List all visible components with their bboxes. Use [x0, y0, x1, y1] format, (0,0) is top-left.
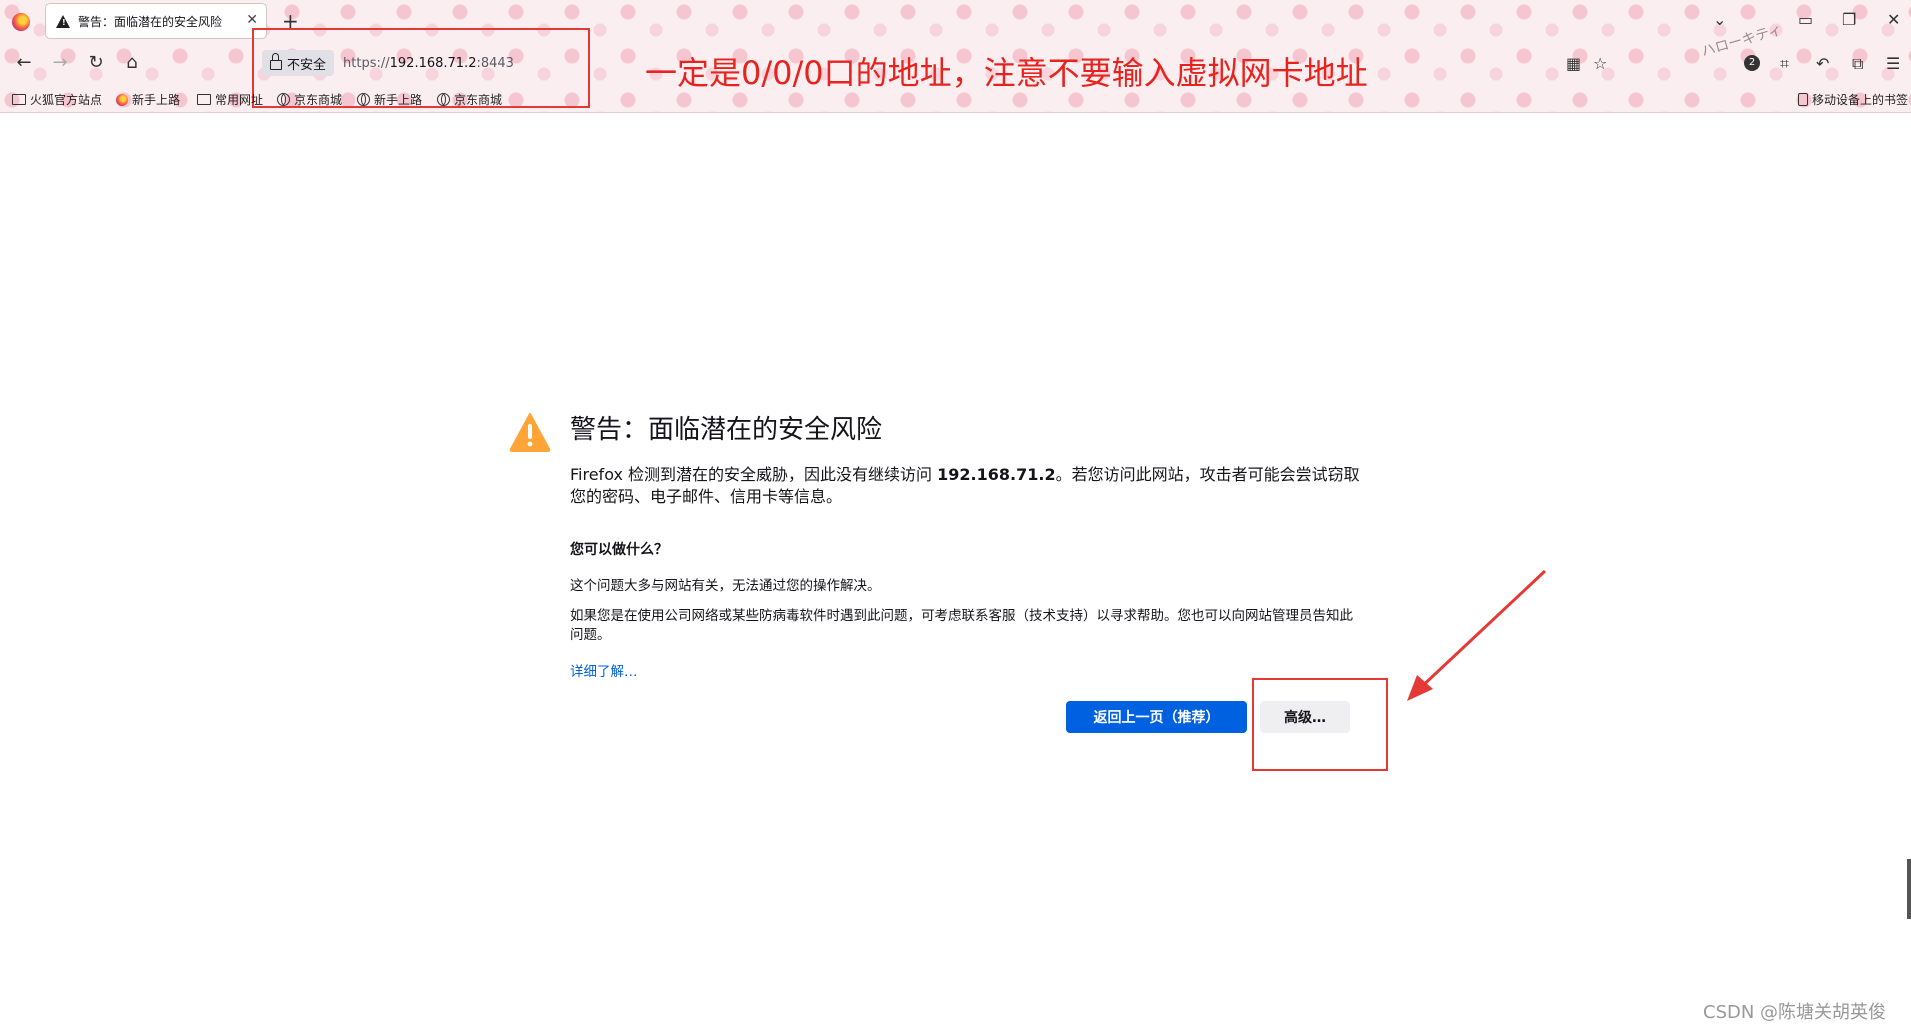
minimize-icon[interactable]: ▭ — [1798, 10, 1813, 29]
mobile-device-icon — [1798, 93, 1808, 106]
annotation-box-advanced — [1252, 678, 1388, 771]
bookmark-label: 移动设备上的书签 — [1812, 93, 1909, 107]
firefox-view-icon[interactable] — [12, 13, 30, 31]
browser-chrome: ! 警告：面临潜在的安全风险 ✕ + ⌄ ▭ ❐ ✕ ← → ↻ ⌂ 不安全 h… — [0, 0, 1911, 113]
support-paragraph: 如果您是在使用公司网络或某些防病毒软件时遇到此问题，可考虑联系客服（技术支持）以… — [570, 608, 1353, 643]
bookmarks-toolbar: 火狐官方站点 新手上路 常用网址 京东商城 新手上路 京东商城 移动设备上的书签 — [0, 88, 1911, 110]
desc-host: 192.168.71.2 — [937, 465, 1056, 484]
tab-active[interactable]: ! 警告：面临潜在的安全风险 ✕ — [46, 4, 266, 38]
bookmark-item[interactable]: 京东商城 — [277, 91, 342, 108]
what-can-you-do-heading: 您可以做什么？ — [570, 542, 668, 558]
bookmark-label: 火狐官方站点 — [30, 93, 103, 107]
folder-icon — [197, 94, 211, 105]
tab-title: 警告：面临潜在的安全风险 — [78, 14, 223, 29]
annotation-arrow — [1407, 569, 1547, 701]
bookmark-label: 新手上路 — [132, 93, 181, 107]
firefox-icon — [116, 93, 128, 106]
bookmark-label: 常用网址 — [215, 93, 264, 107]
folder-icon — [12, 94, 26, 105]
globe-icon — [437, 93, 450, 106]
window-close-icon[interactable]: ✕ — [1887, 10, 1900, 29]
error-description: Firefox 检测到潜在的安全威胁，因此没有继续访问 192.168.71.2… — [570, 464, 1360, 508]
bookmark-star-icon[interactable]: ☆ — [1593, 54, 1607, 73]
mobile-bookmarks[interactable]: 移动设备上的书签 — [1798, 91, 1908, 108]
warning-icon: ! — [56, 14, 70, 28]
back-arrow-icon[interactable]: ← — [12, 52, 36, 73]
extensions-icon[interactable]: ⧉ — [1852, 54, 1863, 74]
globe-icon — [357, 93, 370, 106]
crop-icon[interactable]: ⌗ — [1780, 54, 1789, 74]
home-icon[interactable]: ⌂ — [120, 52, 144, 73]
reload-icon[interactable]: ↻ — [84, 52, 108, 73]
undo-icon[interactable]: ↶ — [1816, 54, 1829, 73]
globe-icon — [277, 93, 290, 106]
close-icon[interactable]: ✕ — [246, 12, 258, 28]
go-back-button[interactable]: 返回上一页（推荐） — [1066, 701, 1247, 733]
bookmark-item[interactable]: 京东商城 — [437, 91, 502, 108]
bookmark-label: 京东商城 — [454, 93, 503, 107]
page-title: 警告：面临潜在的安全风险 — [570, 415, 883, 445]
learn-more-link[interactable]: 详细了解… — [570, 660, 638, 680]
bookmark-label: 新手上路 — [374, 93, 423, 107]
bookmark-item[interactable]: 常用网址 — [197, 91, 263, 108]
explanation-paragraph: 这个问题大多与网站有关，无法通过您的操作解决。 — [570, 578, 881, 594]
watermark: CSDN @陈塘关胡英俊 — [1703, 1002, 1887, 1023]
scrollbar[interactable] — [1907, 859, 1911, 919]
error-page: 警告：面临潜在的安全风险 Firefox 检测到潜在的安全威胁，因此没有继续访问… — [0, 113, 1911, 1030]
bookmark-label: 京东商城 — [294, 93, 343, 107]
chevron-down-icon[interactable]: ⌄ — [1713, 10, 1726, 29]
extension-badge[interactable]: 2 — [1744, 55, 1760, 71]
bookmark-item[interactable]: 火狐官方站点 — [12, 91, 102, 108]
qr-code-icon[interactable]: ▦ — [1566, 54, 1581, 73]
bookmark-item[interactable]: 新手上路 — [357, 91, 422, 108]
warning-icon — [509, 413, 551, 452]
bookmark-item[interactable]: 新手上路 — [116, 91, 180, 108]
restore-icon[interactable]: ❐ — [1842, 10, 1856, 29]
menu-icon[interactable]: ☰ — [1886, 54, 1900, 73]
desc-text: Firefox 检测到潜在的安全威胁，因此没有继续访问 — [570, 465, 938, 484]
forward-arrow-icon[interactable]: → — [48, 52, 72, 73]
